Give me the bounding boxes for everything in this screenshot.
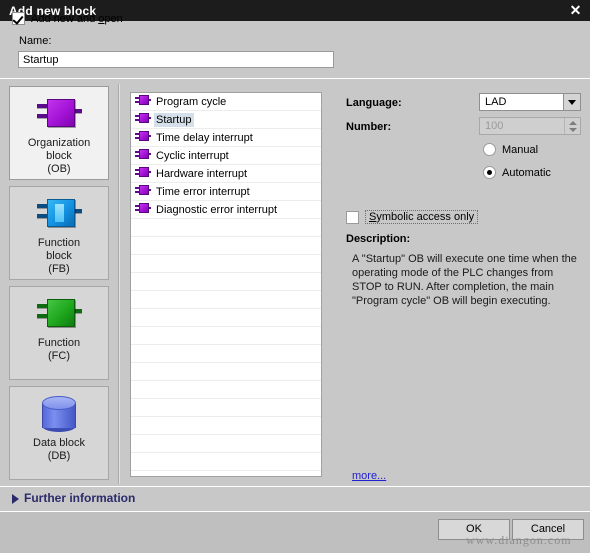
list-item[interactable]: Program cycle (131, 93, 321, 111)
checkbox-box (12, 12, 25, 25)
list-item-label: Cyclic interrupt (156, 149, 229, 162)
name-input[interactable] (18, 51, 334, 68)
radio-automatic[interactable]: Automatic (483, 166, 551, 179)
list-empty-row (131, 345, 321, 363)
rail-label-line3: (FC) (48, 350, 70, 362)
rail-label-line3: (DB) (47, 450, 71, 462)
list-empty-row (131, 417, 321, 435)
symbolic-access-only-label: Symbolic access only (365, 210, 479, 224)
rail-item-organization-block[interactable]: Organization block (OB) (9, 86, 109, 180)
language-label: Language: (346, 97, 402, 109)
list-empty-row (131, 453, 321, 471)
list-item-label: Time delay interrupt (156, 131, 253, 144)
rail-divider-highlight (119, 84, 120, 484)
organization-block-icon (10, 91, 108, 137)
chevron-down-icon[interactable] (563, 94, 580, 110)
symbolic-access-only-checkbox[interactable]: Symbolic access only (346, 210, 479, 224)
rail-item-function[interactable]: Function (FC) (9, 286, 109, 380)
rail-item-data-block[interactable]: Data block (DB) (9, 386, 109, 480)
rail-label-line1: Data block (33, 437, 85, 449)
checkbox-box (346, 210, 359, 224)
language-value: LAD (485, 96, 507, 108)
list-empty-row (131, 309, 321, 327)
description-text: A "Startup" OB will execute one time whe… (352, 253, 577, 307)
name-label: Name: (19, 35, 52, 47)
add-new-block-dialog: Add new block ✕ Name: Organization block… (0, 0, 590, 553)
radio-automatic-label: Automatic (502, 166, 551, 179)
radio-mark-manual (483, 143, 496, 156)
radio-manual-label: Manual (502, 143, 539, 156)
body-separator (0, 78, 590, 79)
organization-block-icon (135, 185, 151, 198)
chevron-up-icon (569, 121, 577, 125)
rail-label-line2: block (46, 150, 72, 162)
list-item-label: Startup (154, 112, 195, 127)
list-empty-row (131, 237, 321, 255)
list-item[interactable]: Diagnostic error interrupt (131, 201, 321, 219)
organization-block-icon (135, 149, 151, 162)
add-new-and-open-checkbox[interactable]: Add new and open (12, 12, 123, 25)
chevron-down-icon (569, 128, 577, 132)
list-item-label: Diagnostic error interrupt (156, 203, 278, 216)
list-item-label: Hardware interrupt (156, 167, 248, 180)
list-empty-row (131, 291, 321, 309)
cancel-button[interactable]: Cancel (512, 519, 584, 540)
list-item[interactable]: Time error interrupt (131, 183, 321, 201)
organization-block-icon (135, 95, 151, 108)
block-type-list[interactable]: Program cycle Startup Time delay interru… (130, 92, 322, 477)
list-empty-row (131, 363, 321, 381)
radio-manual[interactable]: Manual (483, 143, 538, 156)
number-spinner-buttons (564, 118, 580, 134)
organization-block-icon (135, 167, 151, 180)
close-icon[interactable]: ✕ (567, 2, 584, 19)
further-information-expander[interactable]: Further information (0, 487, 590, 511)
function-block-icon (10, 191, 108, 237)
add-new-and-open-label: Add new and open (31, 12, 123, 25)
radio-mark-automatic (483, 166, 496, 179)
list-empty-row (131, 435, 321, 453)
organization-block-icon (135, 203, 151, 216)
list-item[interactable]: Startup (131, 111, 321, 129)
list-empty-row (131, 471, 321, 476)
number-stepper: 100 (479, 117, 581, 135)
list-empty-row (131, 327, 321, 345)
ok-button[interactable]: OK (438, 519, 510, 540)
rail-item-function-block[interactable]: Function block (FB) (9, 186, 109, 280)
chevron-right-icon (12, 494, 19, 504)
organization-block-icon (135, 131, 151, 144)
list-empty-row (131, 255, 321, 273)
list-empty-row (131, 399, 321, 417)
function-icon (10, 291, 108, 337)
description-label: Description: (346, 233, 411, 245)
list-item-label: Time error interrupt (156, 185, 250, 198)
rail-label-line3: (FB) (48, 263, 70, 275)
list-empty-row (131, 381, 321, 399)
organization-block-icon (135, 113, 151, 126)
rail-label-line1: Organization (27, 137, 91, 149)
language-select[interactable]: LAD (479, 93, 581, 111)
data-block-icon (10, 391, 108, 437)
number-value: 100 (485, 120, 504, 132)
list-item[interactable]: Cyclic interrupt (131, 147, 321, 165)
rail-label-line3: (OB) (47, 163, 71, 175)
block-properties-pane: Language: LAD Number: 100 Manual Automat… (346, 92, 582, 482)
list-empty-row (131, 273, 321, 291)
list-item[interactable]: Time delay interrupt (131, 129, 321, 147)
rail-label-line2: block (46, 250, 72, 262)
rail-label-line1: Function (37, 337, 81, 349)
further-information-label: Further information (24, 491, 136, 505)
list-item[interactable]: Hardware interrupt (131, 165, 321, 183)
more-link[interactable]: more... (352, 470, 386, 482)
list-item-label: Program cycle (156, 95, 227, 108)
rail-label-line1: Function (37, 237, 81, 249)
number-label: Number: (346, 121, 392, 133)
block-type-rail: Organization block (OB) Function block (… (9, 86, 109, 486)
list-empty-row (131, 219, 321, 237)
